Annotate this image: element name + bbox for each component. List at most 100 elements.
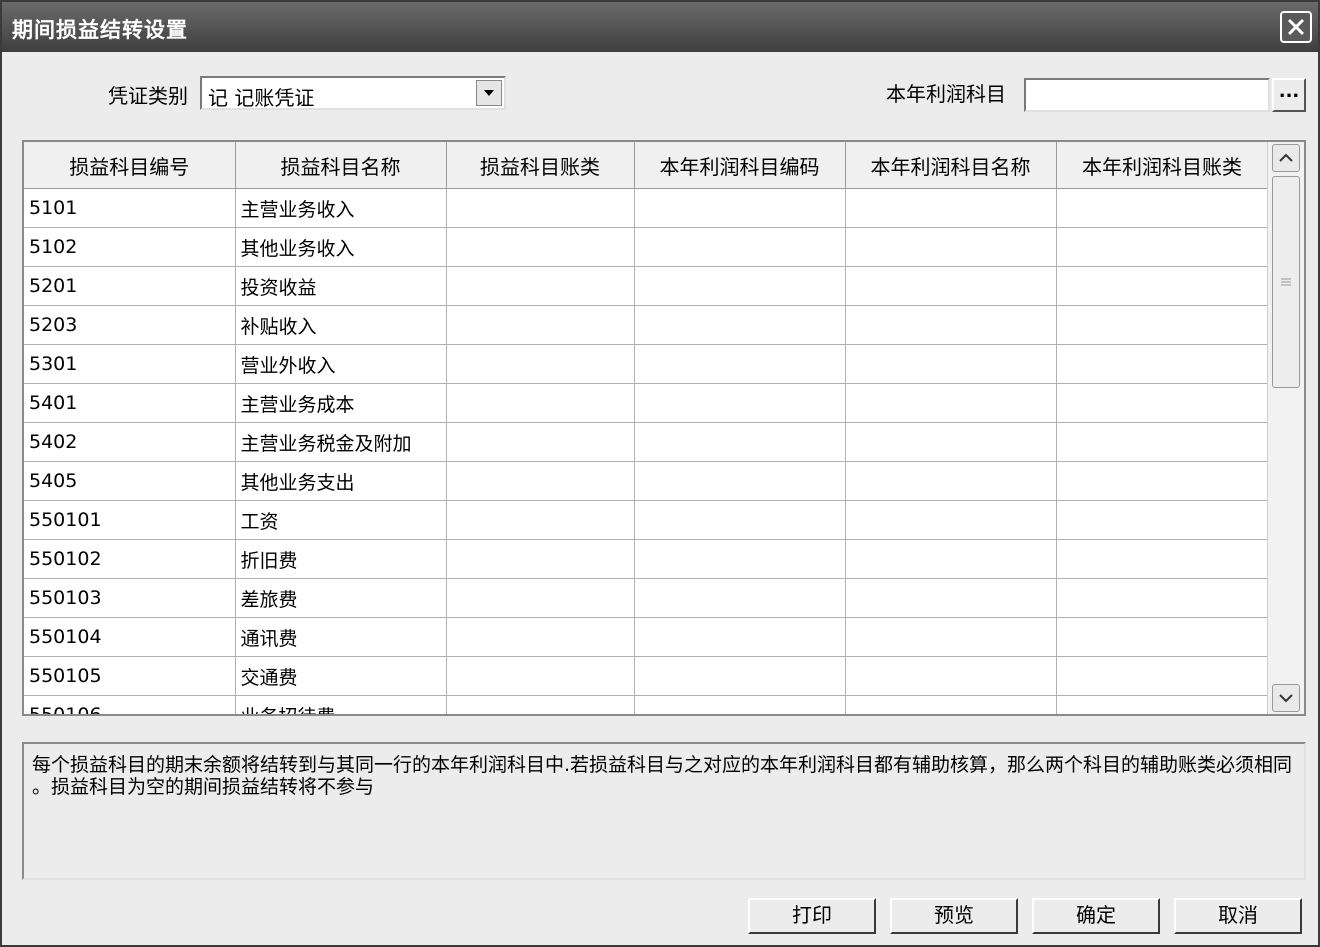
cell-profit-ledger-type[interactable] bbox=[1056, 383, 1268, 423]
cell-ledger-type[interactable] bbox=[446, 461, 635, 501]
cell-code[interactable]: 5201 bbox=[24, 266, 236, 306]
cell-code[interactable]: 5405 bbox=[24, 461, 236, 501]
cell-profit-ledger-type[interactable] bbox=[1056, 695, 1268, 714]
cell-name[interactable]: 其他业务支出 bbox=[235, 461, 447, 501]
cell-profit-name[interactable] bbox=[845, 422, 1057, 462]
cell-profit-name[interactable] bbox=[845, 266, 1057, 306]
cell-profit-ledger-type[interactable] bbox=[1056, 344, 1268, 384]
cell-name[interactable]: 主营业务收入 bbox=[235, 188, 447, 228]
cell-profit-code[interactable] bbox=[634, 617, 846, 657]
cell-profit-code[interactable] bbox=[634, 266, 846, 306]
cell-profit-name[interactable] bbox=[845, 539, 1057, 579]
print-button[interactable]: 打印 bbox=[748, 898, 876, 934]
table-row[interactable]: 550103 差旅费 bbox=[24, 578, 1268, 618]
cell-name[interactable]: 投资收益 bbox=[235, 266, 447, 306]
column-header-profit-account-name[interactable]: 本年利润科目名称 bbox=[845, 142, 1057, 189]
cell-profit-code[interactable] bbox=[634, 227, 846, 267]
cell-profit-code[interactable] bbox=[634, 461, 846, 501]
vertical-scrollbar[interactable] bbox=[1267, 142, 1304, 714]
scroll-thumb[interactable] bbox=[1272, 176, 1300, 388]
cell-ledger-type[interactable] bbox=[446, 695, 635, 714]
cell-code[interactable]: 550104 bbox=[24, 617, 236, 657]
cell-profit-ledger-type[interactable] bbox=[1056, 617, 1268, 657]
cell-ledger-type[interactable] bbox=[446, 500, 635, 540]
column-header-profit-loss-name[interactable]: 损益科目名称 bbox=[235, 142, 447, 189]
cell-ledger-type[interactable] bbox=[446, 422, 635, 462]
column-header-profit-account-ledger-type[interactable]: 本年利润科目账类 bbox=[1056, 142, 1268, 189]
table-row[interactable]: 550106业务招待费 bbox=[24, 695, 1268, 714]
cell-name[interactable]: 差旅费 bbox=[235, 578, 447, 618]
cell-profit-name[interactable] bbox=[845, 656, 1057, 696]
cell-profit-name[interactable] bbox=[845, 617, 1057, 657]
cell-ledger-type[interactable] bbox=[446, 188, 635, 228]
cell-profit-code[interactable] bbox=[634, 500, 846, 540]
cell-profit-ledger-type[interactable] bbox=[1056, 461, 1268, 501]
cell-code[interactable]: 550102 bbox=[24, 539, 236, 579]
cell-profit-ledger-type[interactable] bbox=[1056, 539, 1268, 579]
cell-code[interactable]: 550106 bbox=[24, 695, 236, 714]
cell-code[interactable]: 550105 bbox=[24, 656, 236, 696]
table-row[interactable]: 5401 主营业务成本 bbox=[24, 383, 1268, 423]
cell-name[interactable]: 其他业务收入 bbox=[235, 227, 447, 267]
cell-ledger-type[interactable] bbox=[446, 383, 635, 423]
cell-name[interactable]: 营业外收入 bbox=[235, 344, 447, 384]
table-row[interactable]: 5405 其他业务支出 bbox=[24, 461, 1268, 501]
table-row[interactable]: 5101 主营业务收入 bbox=[24, 188, 1268, 228]
table-row[interactable]: 5203 补贴收入 bbox=[24, 305, 1268, 345]
cell-profit-ledger-type[interactable] bbox=[1056, 188, 1268, 228]
cell-profit-code[interactable] bbox=[634, 344, 846, 384]
cell-ledger-type[interactable] bbox=[446, 617, 635, 657]
cell-profit-code[interactable] bbox=[634, 695, 846, 714]
cell-profit-code[interactable] bbox=[634, 188, 846, 228]
voucher-type-select[interactable]: 记 记账凭证 bbox=[200, 76, 506, 110]
cell-name[interactable]: 通讯费 bbox=[235, 617, 447, 657]
cell-name[interactable]: 业务招待费 bbox=[235, 695, 447, 714]
cell-code[interactable]: 5101 bbox=[24, 188, 236, 228]
cell-profit-code[interactable] bbox=[634, 422, 846, 462]
cell-profit-ledger-type[interactable] bbox=[1056, 422, 1268, 462]
table-row[interactable]: 5301 营业外收入 bbox=[24, 344, 1268, 384]
cell-profit-ledger-type[interactable] bbox=[1056, 227, 1268, 267]
cell-ledger-type[interactable] bbox=[446, 656, 635, 696]
column-header-profit-loss-ledger-type[interactable]: 损益科目账类 bbox=[446, 142, 635, 189]
cell-profit-name[interactable] bbox=[845, 188, 1057, 228]
table-row[interactable]: 550101 工资 bbox=[24, 500, 1268, 540]
cell-ledger-type[interactable] bbox=[446, 578, 635, 618]
cell-code[interactable]: 5301 bbox=[24, 344, 236, 384]
cell-ledger-type[interactable] bbox=[446, 227, 635, 267]
cell-ledger-type[interactable] bbox=[446, 539, 635, 579]
cell-ledger-type[interactable] bbox=[446, 344, 635, 384]
cell-profit-ledger-type[interactable] bbox=[1056, 500, 1268, 540]
ok-button[interactable]: 确定 bbox=[1032, 898, 1160, 934]
cell-profit-name[interactable] bbox=[845, 344, 1057, 384]
table-row[interactable]: 550102 折旧费 bbox=[24, 539, 1268, 579]
cell-code[interactable]: 5401 bbox=[24, 383, 236, 423]
cell-profit-name[interactable] bbox=[845, 305, 1057, 345]
cell-code[interactable]: 5102 bbox=[24, 227, 236, 267]
cell-name[interactable]: 折旧费 bbox=[235, 539, 447, 579]
cell-name[interactable]: 主营业务成本 bbox=[235, 383, 447, 423]
cell-profit-name[interactable] bbox=[845, 500, 1057, 540]
scroll-down-button[interactable] bbox=[1272, 684, 1300, 712]
cell-profit-code[interactable] bbox=[634, 305, 846, 345]
table-row[interactable]: 550105 交通费 bbox=[24, 656, 1268, 696]
cell-profit-ledger-type[interactable] bbox=[1056, 656, 1268, 696]
cell-ledger-type[interactable] bbox=[446, 305, 635, 345]
profit-account-browse-button[interactable]: ... bbox=[1272, 78, 1306, 112]
cell-profit-code[interactable] bbox=[634, 578, 846, 618]
cell-name[interactable]: 补贴收入 bbox=[235, 305, 447, 345]
table-row[interactable]: 5102 其他业务收入 bbox=[24, 227, 1268, 267]
cell-code[interactable]: 550101 bbox=[24, 500, 236, 540]
cell-ledger-type[interactable] bbox=[446, 266, 635, 306]
cell-code[interactable]: 5203 bbox=[24, 305, 236, 345]
column-header-profit-account-code[interactable]: 本年利润科目编码 bbox=[634, 142, 846, 189]
cell-code[interactable]: 550103 bbox=[24, 578, 236, 618]
cell-profit-name[interactable] bbox=[845, 695, 1057, 714]
cancel-button[interactable]: 取消 bbox=[1174, 898, 1302, 934]
table-row[interactable]: 5402 主营业务税金及附加 bbox=[24, 422, 1268, 462]
cell-name[interactable]: 主营业务税金及附加 bbox=[235, 422, 447, 462]
table-row[interactable]: 5201 投资收益 bbox=[24, 266, 1268, 306]
cell-profit-code[interactable] bbox=[634, 656, 846, 696]
scroll-up-button[interactable] bbox=[1272, 144, 1300, 172]
close-button[interactable] bbox=[1280, 11, 1312, 43]
